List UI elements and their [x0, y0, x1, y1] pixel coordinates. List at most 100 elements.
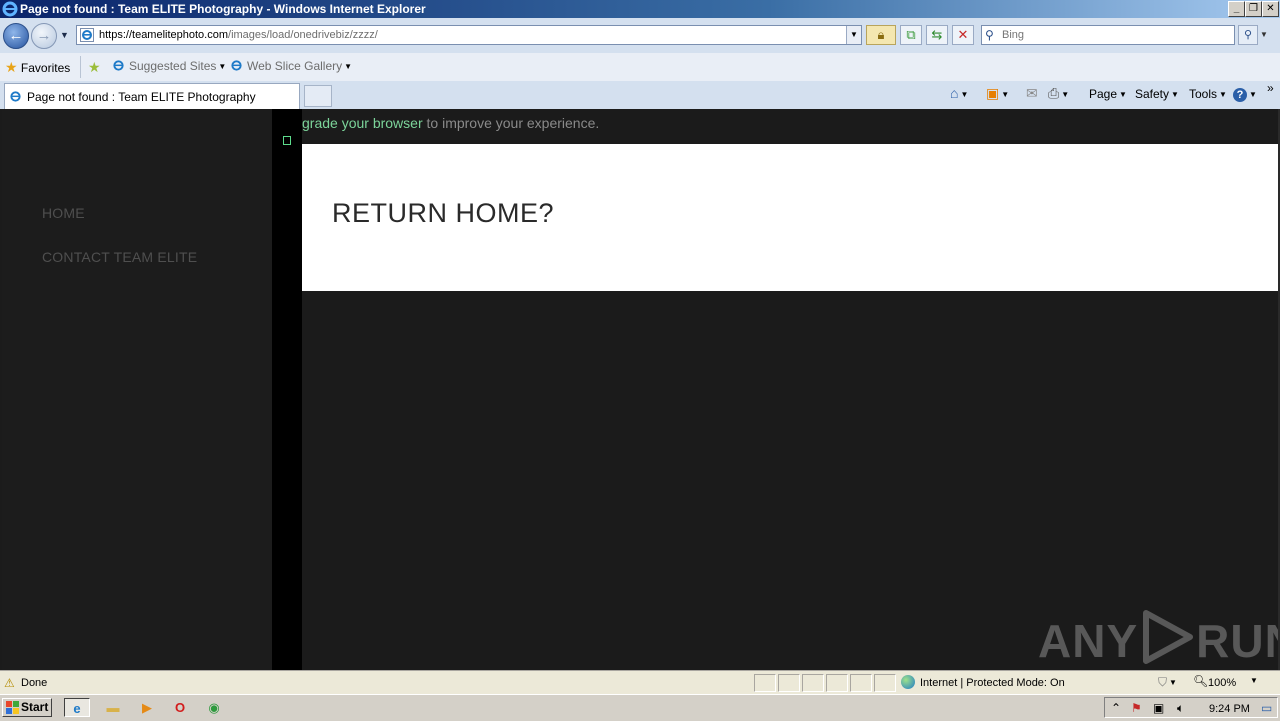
chevron-down-icon: ▼ — [1249, 90, 1257, 99]
window-title: Page not found : Team ELITE Photography … — [20, 2, 426, 16]
help-menu[interactable]: ? ▼ — [1233, 85, 1257, 102]
restore-button[interactable]: ❐ — [1245, 1, 1262, 17]
internet-explorer-logo-icon — [2, 1, 18, 17]
status-bar: ⚠ Done Internet | Protected Mode: On ⛉ ▼ … — [0, 670, 1280, 695]
folder-icon: ▬ — [106, 700, 120, 715]
tab-page-not-found[interactable]: Page not found : Team ELITE Photography — [4, 83, 300, 109]
search-input[interactable] — [1002, 27, 1227, 43]
forward-button[interactable]: → — [31, 23, 57, 49]
media-player-icon: ▶ — [142, 700, 152, 715]
close-window-button[interactable]: ✕ — [1262, 1, 1279, 17]
network-icon[interactable]: ▣ — [1153, 701, 1164, 715]
tools-menu[interactable]: Tools ▼ — [1189, 87, 1227, 101]
stop-icon: ✕ — [957, 27, 969, 42]
address-bar[interactable]: https://teamelitephoto.com/images/load/o… — [76, 25, 862, 45]
search-options-dropdown-icon[interactable]: ▼ — [1260, 30, 1268, 39]
taskbar-media-player-button[interactable]: ▶ — [134, 698, 160, 717]
suggested-sites-link[interactable]: Suggested Sites ▼ — [112, 59, 226, 73]
home-button[interactable]: ⌂ ▼ — [950, 85, 968, 101]
watermark-right-text: RUN — [1196, 615, 1280, 667]
internet-explorer-icon: e — [73, 701, 81, 716]
favorites-button[interactable]: ★ Favorites — [5, 59, 70, 76]
status-segment — [778, 674, 800, 692]
page-menu-label: Page — [1089, 87, 1118, 101]
action-center-flag-icon[interactable]: ⚑ — [1131, 701, 1142, 715]
navigation-bar: ← → ▼ https://teamelitephoto.com/images/… — [0, 18, 1280, 53]
search-icon: ⚲ — [1243, 29, 1253, 41]
refresh-button[interactable]: ⇆ — [926, 25, 948, 45]
watermark-play-icon — [1143, 610, 1194, 664]
show-desktop-icon[interactable]: ▭ — [1261, 701, 1272, 715]
safety-menu[interactable]: Safety ▼ — [1135, 87, 1179, 101]
url-path: /images/load/onedrivebiz/zzzz/ — [228, 29, 378, 41]
new-tab-button[interactable] — [304, 85, 332, 107]
stop-button[interactable]: ✕ — [952, 25, 974, 45]
clock[interactable]: 9:24 PM — [1209, 703, 1250, 715]
address-dropdown-button[interactable]: ▼ — [846, 26, 861, 44]
favorites-bar: ★ Favorites ★ Suggested Sites ▼ Web Slice… — [0, 53, 1280, 82]
recent-pages-dropdown-icon[interactable]: ▼ — [60, 30, 69, 40]
error-panel: RETURN HOME? — [302, 144, 1278, 291]
back-arrow-icon: ← — [8, 27, 24, 44]
left-nav-panel: HOME CONTACT TEAM ELITE — [2, 109, 272, 670]
mail-icon: ✉ — [1026, 85, 1038, 101]
add-to-favorites-bar-button[interactable]: ★ — [88, 59, 101, 76]
page-ie-icon — [80, 28, 94, 42]
command-bar-overflow[interactable]: » — [1267, 81, 1274, 95]
lock-shield-icon: ⛉ — [1158, 675, 1168, 689]
broken-image-placeholder — [283, 136, 291, 145]
black-column — [272, 109, 302, 670]
rss-feed-icon: ▣ — [986, 85, 1000, 101]
show-hidden-icons-icon[interactable]: ⌃ — [1111, 701, 1121, 715]
taskbar-ie-button[interactable]: e — [64, 698, 90, 717]
add-favorite-star-icon: ★ — [88, 59, 101, 75]
back-button[interactable]: ← — [3, 23, 29, 49]
read-mail-button[interactable]: ✉ — [1026, 85, 1038, 102]
home-icon: ⌂ — [950, 85, 959, 101]
zoom-dropdown-icon[interactable]: ▼ — [1250, 676, 1258, 685]
compatibility-view-button[interactable]: ⧉ — [900, 25, 922, 45]
minimize-button[interactable]: _ — [1228, 1, 1245, 17]
print-button[interactable]: ⎙ ▼ — [1048, 85, 1069, 102]
nav-home-link[interactable]: HOME — [42, 205, 85, 221]
status-segment — [850, 674, 872, 692]
web-slice-gallery-ie-icon — [231, 60, 242, 71]
suggested-sites-label: Suggested Sites — [129, 59, 217, 73]
nav-contact-link[interactable]: CONTACT TEAM ELITE — [42, 249, 197, 265]
taskbar-opera-button[interactable]: O — [167, 698, 193, 717]
status-text: Done — [21, 677, 48, 689]
volume-icon[interactable]: 🔈︎ — [1177, 701, 1184, 716]
start-button[interactable]: Start — [2, 698, 52, 717]
taskbar-chrome-button[interactable]: ◉ — [201, 698, 227, 717]
start-label: Start — [21, 700, 49, 714]
tab-ie-icon — [10, 91, 21, 102]
status-segment — [874, 674, 896, 692]
tools-menu-label: Tools — [1189, 87, 1218, 101]
search-box[interactable]: ⚲ — [981, 25, 1235, 45]
zoom-level[interactable]: 100% — [1208, 677, 1236, 689]
upgrade-browser-link[interactable]: grade your browser — [302, 115, 423, 131]
favorites-label: Favorites — [20, 61, 71, 75]
tab-label: Page not found : Team ELITE Photography — [27, 90, 256, 104]
search-button[interactable]: ⚲ — [1238, 25, 1258, 45]
web-slice-gallery-link[interactable]: Web Slice Gallery ▼ — [230, 59, 352, 73]
return-home-link[interactable]: RETURN HOME? — [332, 198, 554, 229]
status-segment — [754, 674, 776, 692]
taskbar: Start e ▬ ▶ O ◉ ⌃ ⚑ ▣ 🔈︎ 9:24 PM ▭ — [0, 694, 1280, 721]
warning-icon: ⚠ — [4, 676, 15, 690]
status-segment — [802, 674, 824, 692]
taskbar-explorer-button[interactable]: ▬ — [100, 698, 126, 717]
url-host: https://teamelitephoto.com — [99, 29, 229, 41]
page-menu[interactable]: Page ▼ — [1089, 87, 1127, 101]
protected-mode-button[interactable]: ⛉ ▼ — [1158, 675, 1177, 690]
safety-menu-label: Safety — [1135, 87, 1170, 101]
anyrun-watermark: ANY RUN — [1038, 609, 1280, 668]
watermark-left-text: ANY — [1038, 615, 1139, 667]
opera-icon: O — [174, 700, 186, 715]
forward-arrow-icon: → — [36, 27, 52, 44]
feeds-button[interactable]: ▣ ▼ — [986, 85, 1009, 102]
chevron-down-icon: ▼ — [344, 62, 353, 71]
security-zone-text[interactable]: Internet | Protected Mode: On — [920, 677, 1065, 689]
status-segment — [826, 674, 848, 692]
security-report-button[interactable]: 🔒︎ — [866, 25, 896, 45]
